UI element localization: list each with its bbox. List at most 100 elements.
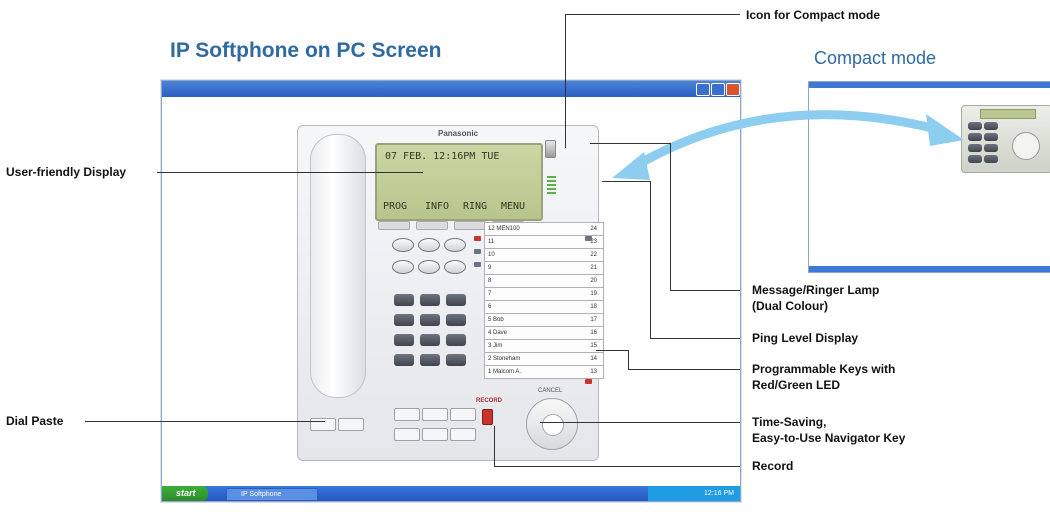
callout-line <box>494 466 740 467</box>
handset[interactable] <box>310 134 366 398</box>
double-headed-curved-arrow-icon <box>612 110 964 180</box>
maximize-button[interactable] <box>711 83 725 96</box>
bottom-function-key[interactable] <box>450 428 476 441</box>
programmable-key-row[interactable]: 8 20 <box>484 274 604 288</box>
programmable-key-row[interactable]: 9 21 <box>484 261 604 275</box>
programmable-key-label: 5 Bob <box>488 317 504 323</box>
programmable-key-label: 4 Dave <box>488 330 508 336</box>
programmable-key-row[interactable]: 6 18 <box>484 300 604 314</box>
callout-line <box>596 350 628 351</box>
programmable-key-label: 9 <box>488 265 492 271</box>
softphone-body: Panasonic 07 FEB. 12:16PM TUE PROG INFO … <box>297 125 604 461</box>
minimize-button[interactable] <box>696 83 710 96</box>
function-key[interactable] <box>418 260 440 274</box>
callout-prog-line1: Programmable Keys with <box>752 362 896 376</box>
bottom-function-key[interactable] <box>422 408 448 421</box>
bottom-function-key[interactable] <box>338 418 364 431</box>
programmable-key-label: 1 Malcom A. <box>488 369 522 375</box>
softkey-info[interactable] <box>416 221 448 230</box>
callout-line <box>157 172 423 173</box>
compact-titlebar <box>809 82 1050 88</box>
dial-key-8[interactable] <box>420 334 440 346</box>
dial-key-6[interactable] <box>446 314 466 326</box>
compact-key[interactable] <box>984 122 998 130</box>
taskbar: start IP Softphone 12:16 PM <box>162 486 740 501</box>
navigator-key[interactable] <box>526 398 578 450</box>
softkey-label-ring: RING <box>463 201 488 212</box>
ping-level-bar <box>547 180 556 182</box>
softkey-label-menu: MENU <box>501 201 526 212</box>
programmable-key-row[interactable]: 7 19 <box>484 287 604 301</box>
bottom-function-key[interactable] <box>422 428 448 441</box>
callout-line <box>565 14 566 148</box>
programmable-key-label: 11 <box>488 239 495 245</box>
led-indicator <box>585 379 592 384</box>
cancel-label: CANCEL <box>538 388 563 394</box>
programmable-key-label: 18 <box>590 304 597 310</box>
compact-lcd <box>980 109 1036 119</box>
dial-key-4[interactable] <box>394 314 414 326</box>
programmable-key-label: 14 <box>590 356 597 362</box>
close-button[interactable] <box>726 83 740 96</box>
programmable-key-label: 2 Stoneham <box>488 356 521 362</box>
dial-key-hash[interactable] <box>446 354 466 366</box>
dial-key-1[interactable] <box>394 294 414 306</box>
record-button[interactable] <box>482 409 493 425</box>
callout-line <box>565 14 740 15</box>
callout-display: User-friendly Display <box>6 165 127 179</box>
dial-key-0[interactable] <box>420 354 440 366</box>
callout-record: Record <box>752 459 794 473</box>
programmable-key-row[interactable]: 5 Bob 17 <box>484 313 604 327</box>
brand-logo: Panasonic <box>438 129 479 138</box>
callout-lamp-line2: (Dual Colour) <box>752 299 828 313</box>
dial-key-3[interactable] <box>446 294 466 306</box>
softkey-ring[interactable] <box>454 221 486 230</box>
start-button[interactable]: start <box>162 486 208 501</box>
function-key[interactable] <box>418 238 440 252</box>
function-key[interactable] <box>392 260 414 274</box>
programmable-key-row[interactable]: 10 22 <box>484 248 604 262</box>
led-indicator <box>474 236 481 241</box>
main-title: IP Softphone on PC Screen <box>170 39 442 62</box>
programmable-key-label: 24 <box>590 226 597 232</box>
compact-key[interactable] <box>984 144 998 152</box>
function-key[interactable] <box>444 260 466 274</box>
programmable-key-label: 7 <box>488 291 492 297</box>
navigator-enter-key[interactable] <box>542 414 564 436</box>
callout-line <box>628 369 740 370</box>
window-titlebar <box>162 81 740 97</box>
compact-navigator-key[interactable] <box>1012 132 1040 160</box>
programmable-key-label: 19 <box>590 291 597 297</box>
function-key[interactable] <box>444 238 466 252</box>
programmable-key-row[interactable]: 3 Jim 15 <box>484 339 604 353</box>
programmable-key-label: 6 <box>488 304 492 310</box>
compact-key[interactable] <box>984 133 998 141</box>
dial-key-5[interactable] <box>420 314 440 326</box>
bottom-function-key[interactable] <box>394 428 420 441</box>
bottom-function-key[interactable] <box>450 408 476 421</box>
callout-nav-line2: Easy-to-Use Navigator Key <box>752 431 906 445</box>
compact-key[interactable] <box>984 155 998 163</box>
dial-key-star[interactable] <box>394 354 414 366</box>
dial-paste-key[interactable] <box>310 418 336 431</box>
programmable-key-row[interactable]: 2 Stoneham 14 <box>484 352 604 366</box>
taskbar-item-ip-softphone[interactable]: IP Softphone <box>226 488 318 501</box>
dial-key-7[interactable] <box>394 334 414 346</box>
callout-compact-icon: Icon for Compact mode <box>746 8 881 22</box>
bottom-function-key[interactable] <box>394 408 420 421</box>
programmable-key-label: 8 <box>488 278 492 284</box>
programmable-key-row[interactable]: 1 Malcom A. 13 <box>484 365 604 379</box>
function-key[interactable] <box>392 238 414 252</box>
ping-level-bar <box>547 184 556 186</box>
compact-mode-title: Compact mode <box>814 48 937 68</box>
programmable-key-label: 22 <box>590 252 597 258</box>
callout-lamp: Message/Ringer Lamp (Dual Colour) <box>752 282 879 314</box>
programmable-key-row[interactable]: 4 Dave 16 <box>484 326 604 340</box>
programmable-key-row[interactable]: 12 MEN100 24 <box>484 222 604 236</box>
dial-key-9[interactable] <box>446 334 466 346</box>
dial-key-2[interactable] <box>420 294 440 306</box>
record-label: RECORD <box>476 398 503 404</box>
callout-dial-paste: Dial Paste <box>6 414 64 428</box>
led-indicator <box>474 262 481 267</box>
softkey-prog[interactable] <box>378 221 410 230</box>
